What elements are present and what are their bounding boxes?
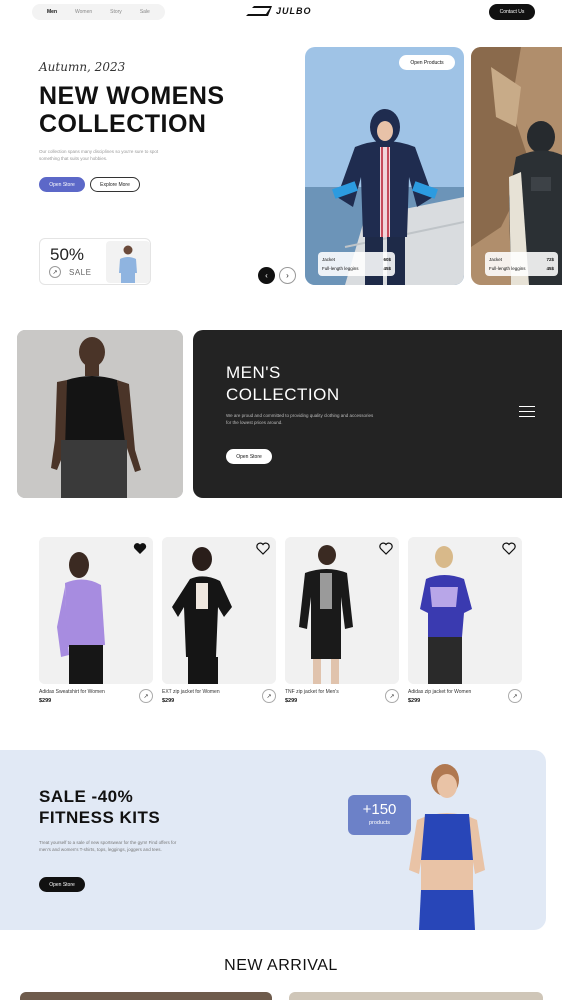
price-item-name: Full-length leggins	[489, 266, 526, 271]
fitness-title: SALE -40% FITNESS KITS	[39, 787, 161, 827]
price-item-name: Jacket	[489, 257, 503, 262]
sale-thumbnail	[106, 241, 150, 283]
price-tag-1: Jacket 60$ Full-length leggins 45$	[318, 252, 395, 276]
arrow-up-right-icon[interactable]: ↗	[262, 689, 276, 703]
product-name: TNF zip jacket for Men's	[285, 689, 339, 695]
arrow-up-right-icon[interactable]: ↗	[508, 689, 522, 703]
carousel-card-2[interactable]	[471, 47, 562, 285]
product-card[interactable]: EXT zip jacket for Women $299 ↗	[162, 537, 276, 704]
fitness-photo	[395, 750, 535, 930]
product-price: $299	[39, 698, 52, 704]
sale-card[interactable]: 50% ↗ SALE	[39, 238, 151, 285]
open-store-button[interactable]: Open Store	[39, 177, 85, 192]
product-card[interactable]: Adidas zip jacket for Women $299 ↗	[408, 537, 522, 704]
heart-icon[interactable]	[379, 542, 393, 555]
new-arrival-image-1[interactable]	[20, 992, 272, 1000]
price-tag-2: Jacket 72$ Full-length leggins 45$	[485, 252, 558, 276]
fitness-description: Treat yourself to a sale of new sportswe…	[39, 840, 177, 852]
product-image	[285, 537, 399, 684]
product-count-label: products	[368, 820, 391, 826]
sale-label: SALE	[69, 268, 92, 277]
explore-more-button[interactable]: Explore More	[90, 177, 140, 192]
carousel-next-button[interactable]: ›	[279, 267, 296, 284]
product-name: Adidas zip jacket for Women	[408, 689, 472, 695]
top-nav: Men Women Story Sale JULBO Contact Us	[0, 0, 562, 24]
arrow-up-right-icon[interactable]: ↗	[385, 689, 399, 703]
brand-name: JULBO	[276, 6, 312, 16]
product-price: $299	[285, 698, 298, 704]
arrow-up-right-icon: ↗	[49, 266, 61, 278]
product-card[interactable]: Adidas Sweatshirt for Women $299 ↗	[39, 537, 153, 704]
nav-link-men[interactable]: Men	[38, 9, 66, 15]
nav-link-women[interactable]: Women	[66, 9, 101, 15]
sale-percent: 50%	[50, 245, 85, 264]
price-item-value: 60$	[383, 257, 391, 262]
mens-open-store-button[interactable]: Open Store	[226, 449, 272, 464]
hero-description: Our collection spans many disciplines so…	[39, 149, 159, 161]
product-count-card: +150 products	[348, 795, 411, 835]
product-price: $299	[408, 698, 421, 704]
mens-collection-photo	[17, 330, 183, 498]
brand-logo[interactable]: JULBO	[246, 5, 312, 17]
price-item-value: 45$	[546, 266, 554, 271]
new-arrival-image-2[interactable]	[289, 992, 543, 1000]
menu-lines-icon[interactable]	[519, 406, 535, 418]
heart-icon-filled[interactable]	[133, 542, 147, 555]
carousel-card-1[interactable]	[305, 47, 464, 285]
price-item-value: 72$	[546, 257, 554, 262]
logo-mark-icon	[246, 6, 272, 16]
nav-links: Men Women Story Sale	[32, 4, 165, 20]
product-price: $299	[162, 698, 175, 704]
product-image	[408, 537, 522, 684]
product-image	[162, 537, 276, 684]
price-item-name: Jacket	[322, 257, 336, 262]
new-arrival-title: NEW ARRIVAL	[224, 957, 338, 974]
heart-icon[interactable]	[256, 542, 270, 555]
mens-collection-description: We are proud and committed to providing …	[226, 413, 374, 425]
open-products-button[interactable]: Open Products	[399, 55, 455, 70]
product-image	[39, 537, 153, 684]
price-item-value: 45$	[383, 266, 391, 271]
product-count: +150	[362, 801, 397, 818]
heart-icon[interactable]	[502, 542, 516, 555]
product-card[interactable]: TNF zip jacket for Men's $299 ↗	[285, 537, 399, 704]
chevron-right-icon: ›	[286, 271, 289, 280]
arrow-up-right-icon[interactable]: ↗	[139, 689, 153, 703]
carousel-photo-2	[471, 47, 562, 285]
contact-us-button[interactable]: Contact Us	[489, 4, 535, 20]
hero-kicker: Autumn, 2023	[39, 60, 126, 74]
chevron-left-icon: ‹	[265, 271, 268, 280]
mens-collection-title: MEN'S COLLECTION	[226, 363, 340, 404]
price-item-name: Full-length leggins	[322, 266, 359, 271]
nav-link-sale[interactable]: Sale	[131, 9, 159, 15]
nav-link-story[interactable]: Story	[101, 9, 131, 15]
product-name: Adidas Sweatshirt for Women	[39, 689, 105, 695]
hero-title: NEW WOMENS COLLECTION	[39, 82, 225, 138]
carousel-photo-1	[305, 47, 464, 285]
fitness-open-store-button[interactable]: Open Store	[39, 877, 85, 892]
product-name: EXT zip jacket for Women	[162, 689, 220, 695]
carousel-prev-button[interactable]: ‹	[258, 267, 275, 284]
